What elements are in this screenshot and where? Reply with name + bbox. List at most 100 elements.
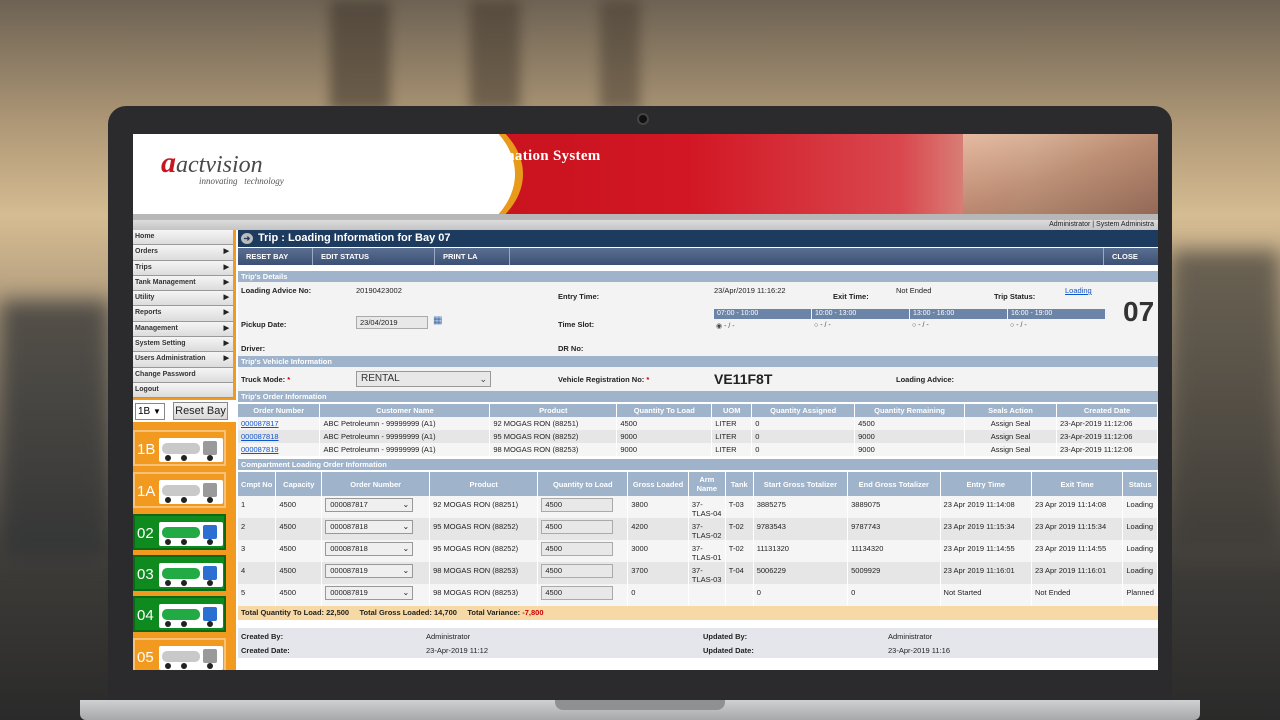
compartment-col-header: Gross Loaded <box>627 472 689 496</box>
bay-tile-04[interactable]: 04 <box>133 596 226 632</box>
time-slot-radio[interactable]: ○ - / - <box>912 322 929 329</box>
sidebar-item-management[interactable]: Management ▶ <box>133 321 233 338</box>
sidebar-item-label: Users Administration <box>135 355 206 363</box>
bay-select[interactable]: 1B ▼ <box>135 403 165 420</box>
chevron-down-icon: ⌄ <box>479 374 487 384</box>
order-number-select[interactable]: 000087819 ⌄ <box>325 564 414 578</box>
sidebar-item-label: Management <box>135 324 178 332</box>
time-slot-header: 13:00 - 16:00 <box>910 309 1007 319</box>
truck-icon <box>159 646 223 670</box>
order-number-select[interactable]: 000087819 ⌄ <box>325 586 414 600</box>
time-slot-radio[interactable]: ○ - / - <box>814 322 831 329</box>
compartment-cell: 11131320 <box>753 540 849 562</box>
time-slot-radio[interactable]: ○ - / - <box>1010 322 1027 329</box>
sidebar-item-tank-management[interactable]: Tank Management ▶ <box>133 275 233 292</box>
time-slot-header: 07:00 - 10:00 <box>714 309 811 319</box>
order-cell: LITER <box>711 443 753 456</box>
truck-mode-select[interactable]: RENTAL ⌄ <box>356 371 491 387</box>
compartment-col-header: Quantity to Load <box>537 472 629 496</box>
quantity-to-load-input[interactable]: 4500 <box>541 520 614 534</box>
totals-bar: Total Quantity To Load: 22,500 Total Gro… <box>238 606 1158 620</box>
sidebar-item-logout[interactable]: Logout <box>133 382 233 399</box>
sidebar-item-system-setting[interactable]: System Setting ▶ <box>133 337 233 353</box>
compartment-cell: 4500 <box>275 496 323 518</box>
order-cell: Assign Seal <box>964 417 1057 430</box>
order-cell: 0 <box>751 443 856 456</box>
page-title: ➜ Trip : Loading Information for Bay 07 <box>238 230 1158 247</box>
order-number-link[interactable]: 000087819 <box>241 445 279 454</box>
sidebar-item-label: Orders <box>135 248 158 256</box>
chevron-down-icon: ⌄ <box>402 566 410 575</box>
loading-advice-label: Loading Advice: <box>896 375 955 384</box>
compartment-cell: Not Ended <box>1031 584 1124 606</box>
compartment-cell: 4500 <box>537 540 629 562</box>
quantity-to-load-input[interactable]: 4500 <box>541 498 614 512</box>
vehicle-reg-label: Vehicle Registration No: * <box>558 375 650 384</box>
trip-status-link[interactable]: Loading <box>1065 286 1092 295</box>
sidebar-item-orders[interactable]: Orders ▶ <box>133 245 233 261</box>
compartment-info-header: Compartment Loading Order Information <box>238 459 1158 470</box>
compartment-cell: 3889075 <box>847 496 941 518</box>
sidebar-item-reports[interactable]: Reports ▶ <box>133 306 233 322</box>
print-la-button[interactable]: PRINT LA <box>435 248 510 265</box>
truck-icon <box>159 522 223 546</box>
chevron-right-icon: ▶ <box>223 355 229 363</box>
order-cell: LITER <box>711 430 753 443</box>
compartment-cell: 4500 <box>537 584 629 606</box>
chevron-down-icon: ⌄ <box>402 522 410 531</box>
table-row: 000087819 ABC Petroleumn - 99999999 (A1) 9… <box>238 443 1158 456</box>
entry-time: 23/Apr/2019 11:16:22 <box>714 286 786 295</box>
order-number-link[interactable]: 000087818 <box>241 432 279 441</box>
sidebar-item-utility[interactable]: Utility ▶ <box>133 291 233 307</box>
updated-by-label: Updated By: <box>703 632 748 641</box>
bay-tile-1b[interactable]: 1B <box>133 430 226 466</box>
compartment-cell: 5009929 <box>847 562 941 584</box>
chevron-down-icon: ⌄ <box>402 588 410 597</box>
compartment-cell: 95 MOGAS RON (88252) <box>429 518 539 540</box>
quantity-to-load-input[interactable]: 4500 <box>541 564 614 578</box>
trip-details-header: Trip's Details <box>238 271 1158 282</box>
sidebar-item-trips[interactable]: Trips ▶ <box>133 260 233 276</box>
time-slot-radio[interactable]: ◉ - / - <box>716 322 735 330</box>
compartment-cell: 23 Apr 2019 11:14:55 <box>940 540 1032 562</box>
total-gross: 14,700 <box>433 608 457 617</box>
trip-status-label: Trip Status: <box>994 292 1036 301</box>
quantity-to-load-input[interactable]: 4500 <box>541 542 614 556</box>
compartment-cell: 4500 <box>537 562 629 584</box>
main-content: ➜ Trip : Loading Information for Bay 07 … <box>238 230 1158 670</box>
bay-tile-05[interactable]: 05 <box>133 638 226 670</box>
bay-tile-02[interactable]: 02 <box>133 514 226 550</box>
order-number-select[interactable]: 000087818 ⌄ <box>325 520 414 534</box>
quantity-to-load-input[interactable]: 4500 <box>541 586 614 600</box>
exit-time: Not Ended <box>896 286 932 295</box>
close-button[interactable]: CLOSE <box>1103 248 1158 265</box>
toolbar: RESET BAY EDIT STATUS PRINT LA CLOSE <box>238 248 1158 265</box>
bay-tile-03[interactable]: 03 <box>133 555 226 591</box>
order-cell: 98 MOGAS RON (88253) <box>489 443 618 456</box>
exit-time-label: Exit Time: <box>833 292 869 301</box>
order-number-select[interactable]: 000087817 ⌄ <box>325 498 414 512</box>
sidebar-item-change-password[interactable]: Change Password <box>133 367 233 383</box>
compartment-cell: 5006229 <box>753 562 849 584</box>
order-cell: 23-Apr-2019 11:12:06 <box>1056 417 1158 430</box>
reset-bay-button[interactable]: Reset Bay <box>173 402 228 420</box>
order-cell: 000087819 <box>238 443 321 456</box>
compartment-cell: T-04 <box>725 562 754 584</box>
compartment-cell: 3 <box>238 540 277 562</box>
chevron-down-icon: ⌄ <box>402 544 410 553</box>
order-cell: 9000 <box>854 430 966 443</box>
chevron-down-icon: ▼ <box>153 407 161 416</box>
edit-status-button[interactable]: EDIT STATUS <box>313 248 435 265</box>
calendar-icon[interactable]: ▦ <box>433 315 442 326</box>
reset-bay-toolbar-button[interactable]: RESET BAY <box>238 248 313 265</box>
webcam <box>637 113 649 125</box>
order-number-link[interactable]: 000087817 <box>241 419 279 428</box>
order-number-select[interactable]: 000087818 ⌄ <box>325 542 414 556</box>
bay-tile-1a[interactable]: 1A <box>133 472 226 508</box>
sidebar-item-home[interactable]: Home <box>133 230 233 246</box>
created-date: 23-Apr-2019 11:12 <box>426 646 488 655</box>
compartment-cell: 37-TLAS-03 <box>688 562 726 584</box>
pickup-date-field[interactable]: 23/04/2019 <box>356 316 428 329</box>
sidebar-item-users-administration[interactable]: Users Administration ▶ <box>133 352 233 368</box>
truck-icon <box>159 563 223 587</box>
